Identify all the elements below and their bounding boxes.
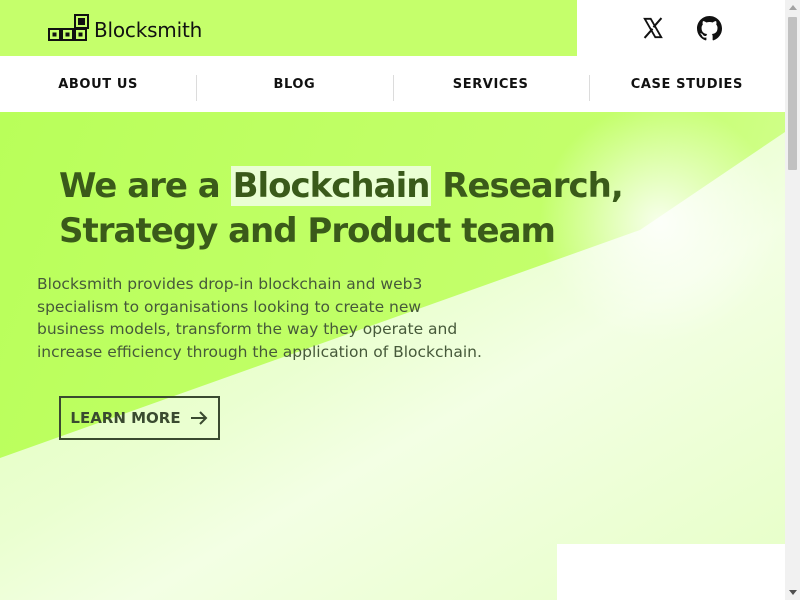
headline-text: We are a	[59, 166, 231, 206]
header: Blocksmith	[0, 0, 785, 56]
white-panel	[557, 544, 785, 600]
scrollbar[interactable]	[785, 0, 800, 600]
nav-item-label: ABOUT US	[58, 76, 138, 92]
logo[interactable]: Blocksmith	[48, 14, 202, 42]
nav-item-label: CASE STUDIES	[630, 76, 743, 92]
hero-description: Blocksmith provides drop-in blockchain a…	[37, 275, 482, 362]
github-icon[interactable]	[696, 15, 722, 41]
scroll-down-arrow-icon[interactable]	[785, 585, 800, 600]
logo-area: Blocksmith	[0, 0, 577, 56]
arrow-right-icon	[190, 411, 208, 425]
x-icon[interactable]	[640, 15, 666, 41]
nav-item-label: BLOG	[273, 76, 316, 92]
blocksmith-logo-icon	[48, 14, 90, 42]
nav-item-blog[interactable]: BLOG	[196, 56, 392, 112]
nav-item-about-us[interactable]: ABOUT US	[0, 56, 196, 112]
scrollbar-thumb[interactable]	[788, 17, 797, 170]
learn-more-button[interactable]: LEARN MORE	[59, 396, 220, 440]
nav-item-label: SERVICES	[452, 76, 529, 92]
nav-item-case-studies[interactable]: CASE STUDIES	[588, 56, 785, 112]
nav-item-services[interactable]: SERVICES	[392, 56, 589, 112]
headline-highlight: Blockchain	[230, 166, 432, 206]
scroll-up-arrow-icon[interactable]	[785, 0, 800, 15]
learn-more-label: LEARN MORE	[70, 409, 181, 427]
hero-headline: We are a Blockchain Research, Strategy a…	[59, 164, 679, 254]
main-nav: ABOUT US BLOG SERVICES CASE STUDIES	[0, 56, 785, 112]
hero-section: We are a Blockchain Research, Strategy a…	[0, 112, 785, 600]
brand-name: Blocksmith	[94, 18, 203, 42]
